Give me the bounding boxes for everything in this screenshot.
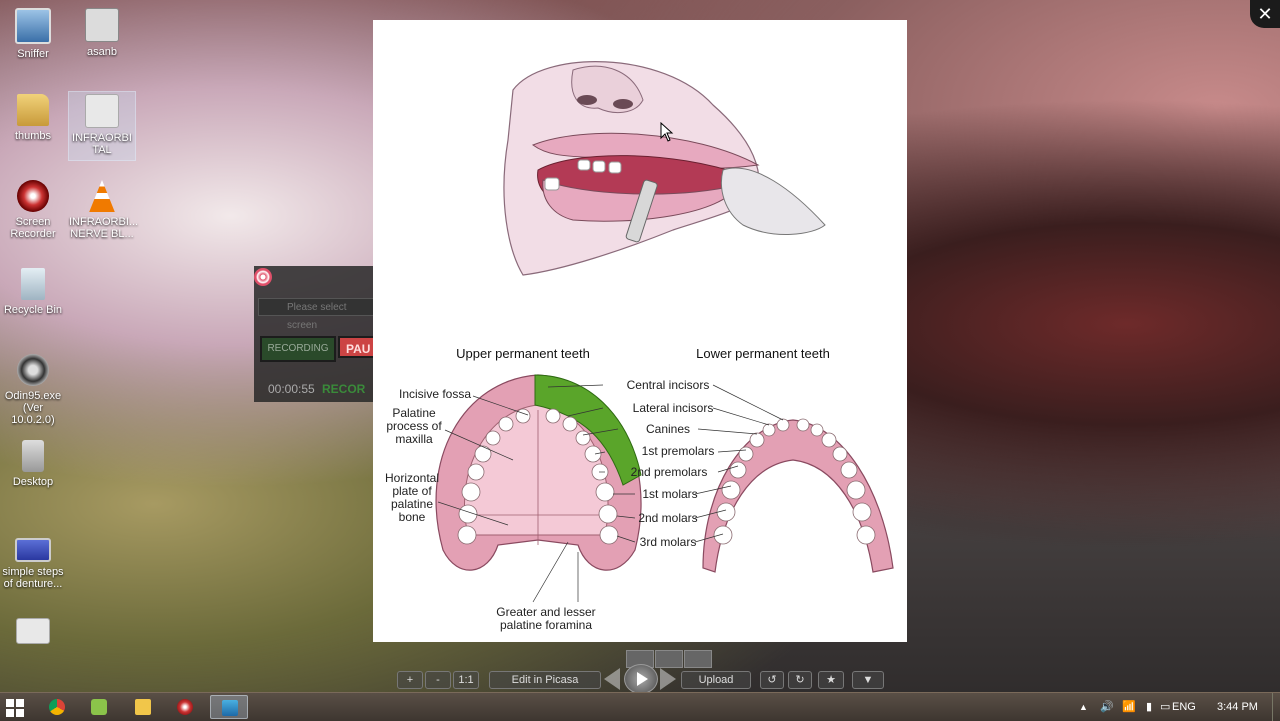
star-button[interactable]: ★	[818, 671, 844, 689]
label-palatine-process-2: process of	[386, 419, 442, 433]
desktop-icon-infraorbital-nerve-block[interactable]: INFRAORBI... NERVE BL...	[69, 180, 139, 240]
rotate-left-button[interactable]: ↺	[760, 671, 784, 689]
label-central-incisors: Central incisors	[626, 378, 710, 392]
battery-icon[interactable]: ▮	[1146, 693, 1152, 721]
taskbar-recorder[interactable]	[166, 695, 204, 719]
desktop-icon-label: Odin95.exe (Ver 10.0.2.0)	[4, 390, 62, 426]
label-1st-molars: 1st molars	[642, 487, 698, 501]
desktop-shortcut-icon	[22, 440, 44, 472]
previous-arrow-icon[interactable]	[604, 668, 620, 690]
next-arrow-icon[interactable]	[660, 668, 676, 690]
odin-icon	[17, 354, 49, 386]
upper-teeth-title: Upper permanent teeth	[456, 346, 590, 361]
file-explorer-icon	[135, 699, 151, 715]
desktop-icon-label: simple steps of denture...	[2, 566, 64, 590]
recorder-screen-field[interactable]: Please select screen	[258, 298, 378, 331]
image-file-icon	[85, 94, 119, 128]
taskbar-file-explorer[interactable]	[124, 695, 162, 719]
label-incisive-fossa: Incisive fossa	[398, 387, 472, 401]
label-foramina-1: Greater and lesser	[496, 605, 596, 619]
recorder-status: RECOR	[322, 382, 366, 396]
mouse-cursor-icon	[660, 122, 674, 142]
screen-file-icon	[15, 538, 51, 562]
picasa-icon	[222, 700, 238, 716]
language-indicator[interactable]: ENG	[1172, 693, 1196, 721]
desktop-icon-sniffer[interactable]: Sniffer	[0, 8, 66, 60]
recorder-icon	[177, 699, 193, 715]
show-desktop-button[interactable]	[1272, 693, 1280, 721]
show-hidden-icons-button[interactable]: ▲	[1079, 693, 1088, 721]
desktop-icon-simple-steps[interactable]: simple steps of denture...	[0, 538, 66, 590]
desktop-icon-label: thumbs	[14, 130, 52, 142]
label-horizontal-plate-4: bone	[398, 510, 426, 524]
rotate-right-button[interactable]: ↻	[788, 671, 812, 689]
desktop-icon-label: INFRAORBITAL	[72, 132, 132, 156]
label-horizontal-plate-1: Horizontal	[384, 471, 440, 485]
volume-icon[interactable]: 🔊	[1100, 693, 1114, 721]
actual-size-button[interactable]: 1:1	[453, 671, 479, 689]
vlc-cone-icon	[89, 180, 115, 212]
desktop-icon-label: INFRAORBI... NERVE BL...	[69, 216, 139, 240]
desktop-icon-asanb[interactable]: asanb	[69, 8, 135, 58]
label-2nd-premolars: 2nd premolars	[630, 465, 708, 479]
desktop-icon-document[interactable]	[0, 618, 66, 648]
desktop-icon-screen-recorder[interactable]: Screen Recorder	[0, 180, 66, 240]
desktop-icon-label: Desktop	[12, 476, 54, 488]
document-icon	[16, 618, 50, 644]
taskbar-chrome[interactable]	[38, 695, 76, 719]
label-palatine-process-1: Palatine	[392, 406, 436, 420]
desktop-icon-odin[interactable]: Odin95.exe (Ver 10.0.2.0)	[0, 354, 66, 426]
taskbar-picasa[interactable]	[210, 695, 248, 719]
start-button[interactable]	[6, 699, 24, 717]
screen-recorder-icon	[17, 180, 49, 212]
label-canines: Canines	[645, 422, 691, 436]
label-palatine-process-3: maxilla	[395, 432, 433, 446]
file-icon	[85, 8, 119, 42]
recorder-time: 00:00:55	[268, 382, 315, 396]
taskbar-android[interactable]	[80, 695, 118, 719]
zoom-out-button[interactable]: -	[425, 671, 451, 689]
monitor-icon	[15, 8, 51, 44]
desktop-icon-label: asanb	[87, 46, 117, 58]
clock[interactable]: 3:44 PM	[1217, 693, 1258, 721]
zoom-in-button[interactable]: +	[397, 671, 423, 689]
android-icon	[91, 699, 107, 715]
photo-viewer-image: Upper permanent teeth Lower permanent te…	[373, 20, 907, 642]
viewer-close-button[interactable]: ✕	[1250, 0, 1280, 28]
desktop-icon-desktop[interactable]: Desktop	[0, 440, 66, 488]
upload-button[interactable]: Upload	[681, 671, 751, 689]
taskbar: ▲ 🔊 📶 ▮ ▭ ENG 3:44 PM	[0, 692, 1280, 721]
recycle-bin-icon	[21, 268, 45, 300]
label-foramina-2: palatine foramina	[499, 618, 593, 632]
slideshow-play-button[interactable]	[624, 664, 658, 694]
edit-in-picasa-button[interactable]: Edit in Picasa	[489, 671, 601, 689]
desktop-icon-label: Screen Recorder	[10, 216, 56, 240]
recorder-pause-button[interactable]: PAU	[338, 336, 378, 358]
desktop-icon-infraorbital[interactable]: INFRAORBITAL	[68, 91, 136, 161]
chrome-icon	[49, 699, 65, 715]
network-icon[interactable]: 📶	[1122, 693, 1136, 721]
desktop-icon-label: Recycle Bin	[3, 304, 63, 316]
desktop-icon-recycle-bin[interactable]: Recycle Bin	[0, 268, 66, 316]
folder-icon	[17, 94, 49, 126]
label-2nd-molars: 2nd molars	[638, 511, 698, 525]
recorder-logo-icon	[254, 268, 272, 286]
label-horizontal-plate-3: palatine	[390, 497, 434, 511]
action-center-icon[interactable]: ▭	[1160, 693, 1170, 721]
more-options-button[interactable]: ▼	[852, 671, 884, 689]
label-1st-premolars: 1st premolars	[641, 444, 715, 458]
label-3rd-molars: 3rd molars	[639, 535, 697, 549]
label-horizontal-plate-2: plate of	[392, 484, 432, 498]
desktop-icon-label: Sniffer	[17, 48, 49, 60]
lower-teeth-title: Lower permanent teeth	[696, 346, 830, 361]
label-lateral-incisors: Lateral incisors	[632, 401, 714, 415]
screen-recorder-window: Please select screen RECORDING PAU 00:00…	[254, 266, 384, 402]
recorder-stop-button[interactable]: RECORDING	[260, 336, 336, 362]
desktop-icon-thumbs[interactable]: thumbs	[0, 94, 66, 142]
